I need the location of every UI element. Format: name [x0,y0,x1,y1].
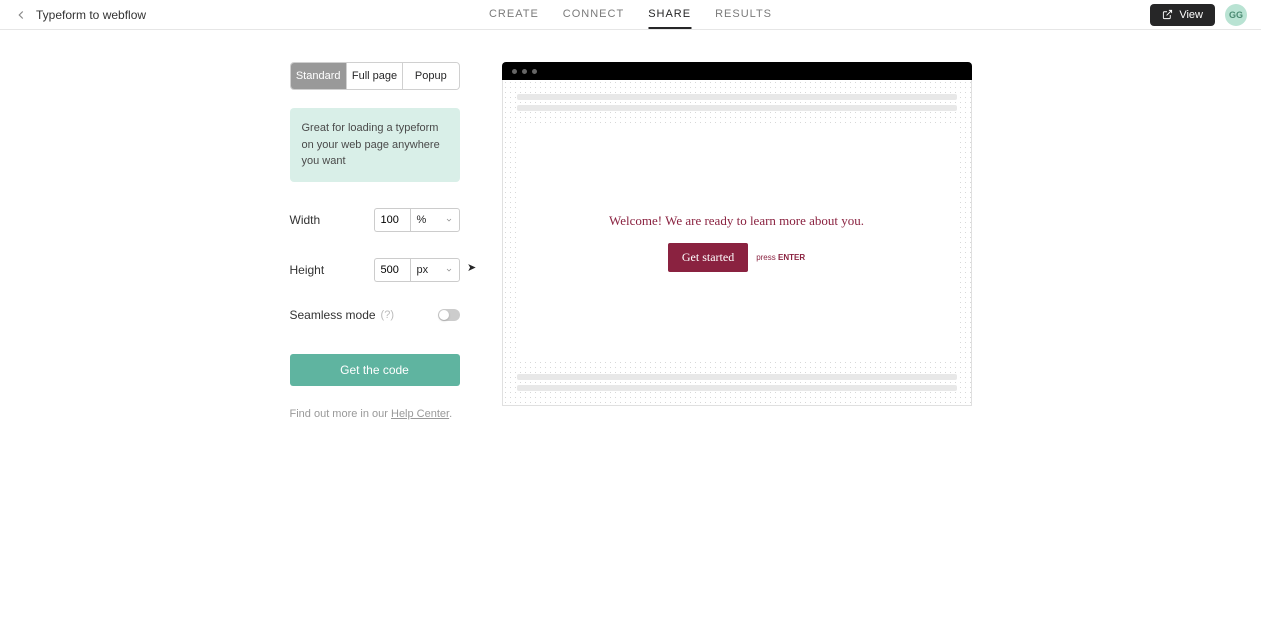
width-label: Width [290,213,321,227]
embed-preview: Welcome! We are ready to learn more abou… [502,62,972,420]
height-input[interactable] [374,258,410,282]
seamless-label: Seamless mode [290,308,376,322]
chevron-down-icon [445,266,453,274]
main-nav: CREATE CONNECT SHARE RESULTS [489,1,772,29]
help-center-link[interactable]: Help Center [391,408,449,420]
width-unit-value: % [417,214,427,226]
get-started-button[interactable]: Get started [668,243,748,272]
seamless-toggle[interactable] [438,309,460,321]
height-unit-select[interactable]: px [410,258,460,282]
back-arrow-icon[interactable] [14,8,28,22]
height-unit-value: px [417,264,429,276]
external-link-icon [1162,9,1173,20]
chevron-down-icon [445,216,453,224]
info-box: Great for loading a typeform on your web… [290,108,460,182]
project-title: Typeform to webflow [36,8,146,22]
nav-share[interactable]: SHARE [648,1,691,29]
height-label: Height [290,263,325,277]
press-enter-hint: press ENTER [756,253,805,262]
help-icon[interactable]: (?) [381,309,394,321]
skeleton-bar [517,105,957,111]
embedded-typeform: Welcome! We are ready to learn more abou… [517,125,957,360]
nav-create[interactable]: CREATE [489,1,539,29]
nav-connect[interactable]: CONNECT [563,1,624,29]
skeleton-bar [517,94,957,100]
view-button[interactable]: View [1150,4,1215,26]
get-code-button[interactable]: Get the code [290,354,460,386]
embed-mode-tabs: Standard Full page Popup [290,62,460,90]
tab-standard[interactable]: Standard [291,63,347,89]
skeleton-bar [517,374,957,380]
nav-results[interactable]: RESULTS [715,1,772,29]
skeleton-bar [517,385,957,391]
avatar[interactable]: GG [1225,4,1247,26]
width-unit-select[interactable]: % [410,208,460,232]
tab-popup[interactable]: Popup [403,63,458,89]
welcome-text: Welcome! We are ready to learn more abou… [609,213,864,229]
width-input[interactable] [374,208,410,232]
help-text: Find out more in our Help Center. [290,408,460,420]
preview-browser-bar [502,62,972,80]
tab-fullpage[interactable]: Full page [347,63,403,89]
view-button-label: View [1179,9,1203,21]
